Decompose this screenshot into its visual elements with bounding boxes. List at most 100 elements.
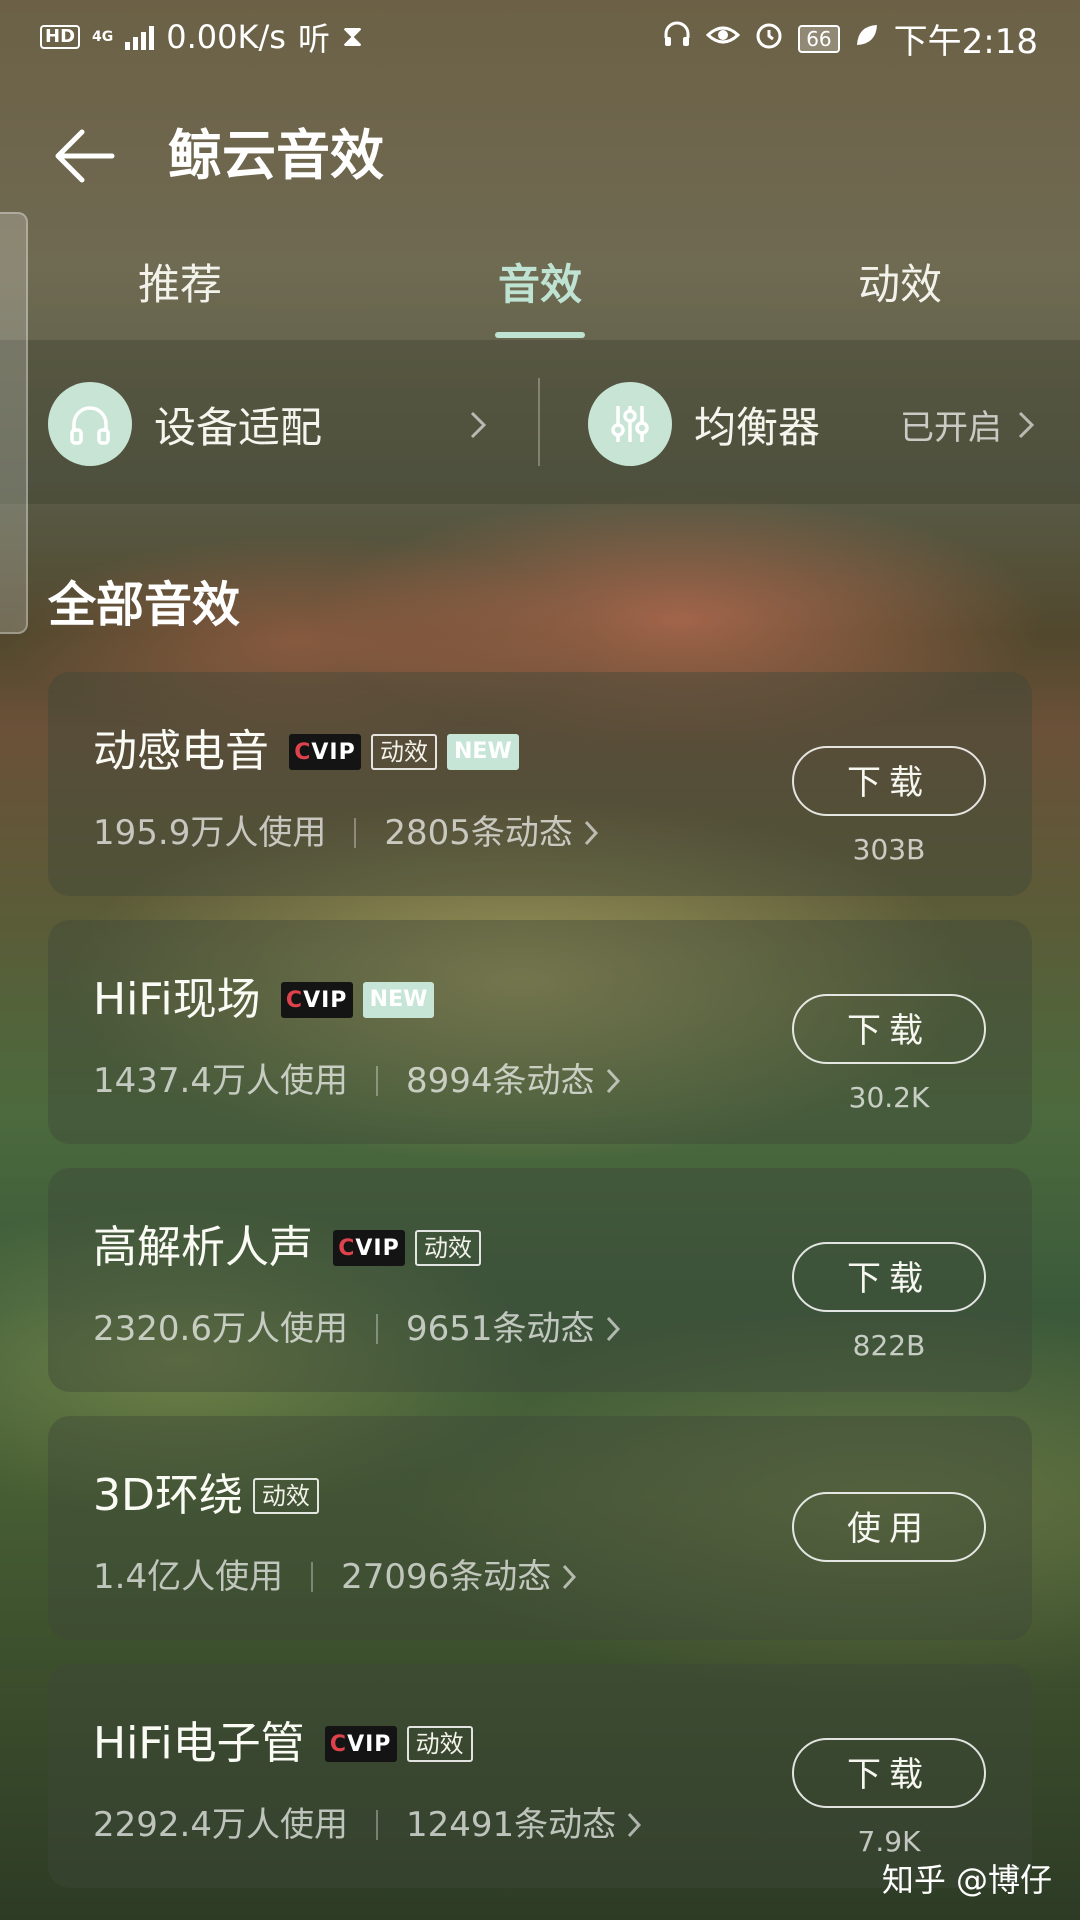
effect-name: HiFi电子管 bbox=[93, 1718, 305, 1769]
post-count: 12491条动态 bbox=[405, 1805, 617, 1845]
effect-card[interactable]: 高解析人声 C VIP 动效 2320.6万人使用 9651条动态 下载 822B bbox=[48, 1168, 1032, 1392]
page-title: 鲸云音效 bbox=[168, 124, 384, 187]
equalizer-entry[interactable]: 均衡器 已开启 bbox=[588, 382, 1038, 466]
vip-badge-label: VIP bbox=[303, 987, 348, 1013]
section-title: 全部音效 bbox=[48, 577, 241, 633]
equalizer-status: 已开启 bbox=[900, 407, 1002, 448]
user-count: 1437.4万人使用 bbox=[93, 1061, 348, 1101]
card-meta: 1.4亿人使用 27096条动态 bbox=[93, 1552, 577, 1602]
file-size: 30.2K bbox=[848, 1081, 930, 1114]
effect-name: 高解析人声 bbox=[93, 1222, 313, 1273]
effect-card[interactable]: 3D环绕 动效 1.4亿人使用 27096条动态 使用 bbox=[48, 1416, 1032, 1640]
user-count: 195.9万人使用 bbox=[93, 813, 327, 853]
active-tab-indicator bbox=[495, 332, 585, 338]
post-count: 8994条动态 bbox=[405, 1061, 595, 1101]
effect-name: 动感电音 bbox=[93, 726, 269, 777]
meta-separator bbox=[375, 1810, 378, 1840]
feature-strip: 设备适配 均衡器 已开启 bbox=[0, 340, 1080, 504]
chevron-right-icon bbox=[470, 411, 487, 439]
card-title-row: 动感电音 C VIP 动效 NEW bbox=[93, 722, 519, 782]
status-left: HD 4G 0.00K/s 听 ⧗ bbox=[40, 14, 363, 60]
post-count: 2805条动态 bbox=[384, 813, 573, 853]
vip-badge: C VIP bbox=[280, 982, 353, 1018]
post-count-link[interactable]: 8994条动态 bbox=[406, 1056, 621, 1106]
device-adaptation-entry[interactable]: 设备适配 bbox=[48, 382, 488, 466]
download-button[interactable]: 下载 bbox=[792, 1242, 986, 1312]
meta-separator bbox=[311, 1562, 314, 1592]
dynamic-badge: 动效 bbox=[415, 1230, 481, 1266]
battery-indicator: 66 bbox=[798, 24, 840, 53]
app-header: 鲸云音效 bbox=[0, 100, 1080, 210]
alarm-icon bbox=[754, 20, 784, 58]
meta-separator bbox=[375, 1066, 378, 1096]
dynamic-badge: 动效 bbox=[252, 1478, 319, 1514]
back-arrow-icon bbox=[55, 129, 115, 183]
download-button[interactable]: 下载 bbox=[792, 746, 986, 816]
chevron-right-icon bbox=[605, 1067, 621, 1095]
card-title-row: HiFi现场 C VIP NEW bbox=[93, 970, 435, 1030]
file-size: 303B bbox=[852, 833, 926, 866]
vip-badge: C VIP bbox=[333, 1230, 405, 1266]
back-button[interactable] bbox=[48, 120, 120, 192]
eye-icon bbox=[705, 21, 741, 57]
listen-indicator: 听 bbox=[297, 20, 330, 58]
effect-name: 3D环绕 bbox=[93, 1470, 243, 1521]
user-count: 2320.6万人使用 bbox=[93, 1309, 348, 1349]
card-meta: 2292.4万人使用 12491条动态 bbox=[93, 1800, 642, 1850]
headphones-icon bbox=[48, 382, 132, 466]
post-count-link[interactable]: 12491条动态 bbox=[406, 1800, 642, 1850]
post-count: 9651条动态 bbox=[405, 1309, 595, 1349]
card-title-row: 3D环绕 动效 bbox=[93, 1466, 319, 1526]
file-size: 822B bbox=[852, 1329, 926, 1362]
new-badge: NEW bbox=[447, 734, 519, 770]
signal-icon bbox=[125, 24, 155, 50]
new-badge: NEW bbox=[362, 982, 435, 1018]
post-count-link[interactable]: 27096条动态 bbox=[341, 1552, 577, 1602]
card-title-row: HiFi电子管 C VIP 动效 bbox=[93, 1714, 473, 1774]
network-speed: 0.00K/s bbox=[166, 18, 286, 56]
vip-badge-label: VIP bbox=[355, 1235, 400, 1261]
user-count: 2292.4万人使用 bbox=[93, 1805, 348, 1845]
network-type: 4G bbox=[92, 29, 114, 45]
tab-sound-effects[interactable]: 音效 bbox=[420, 250, 660, 320]
status-right: 66 下午2:18 bbox=[662, 14, 1038, 63]
card-meta: 2320.6万人使用 9651条动态 bbox=[93, 1304, 621, 1354]
side-drawer-handle[interactable] bbox=[0, 212, 28, 634]
effect-card[interactable]: HiFi电子管 C VIP 动效 2292.4万人使用 12491条动态 下载 7… bbox=[48, 1664, 1032, 1888]
download-button[interactable]: 下载 bbox=[792, 1738, 986, 1808]
vip-badge-label: VIP bbox=[311, 739, 356, 765]
download-button[interactable]: 下载 bbox=[792, 994, 986, 1064]
dynamic-badge: 动效 bbox=[371, 734, 437, 770]
post-count-link[interactable]: 2805条动态 bbox=[384, 808, 599, 858]
equalizer-label: 均衡器 bbox=[694, 402, 821, 452]
effect-card[interactable]: HiFi现场 C VIP NEW 1437.4万人使用 8994条动态 下载 30… bbox=[48, 920, 1032, 1144]
card-meta: 195.9万人使用 2805条动态 bbox=[93, 808, 599, 858]
chevron-right-icon bbox=[583, 819, 599, 847]
user-count: 1.4亿人使用 bbox=[93, 1557, 284, 1597]
meta-separator bbox=[354, 818, 357, 848]
tab-dynamic-effects[interactable]: 动效 bbox=[780, 250, 1020, 320]
device-adaptation-label: 设备适配 bbox=[154, 402, 323, 452]
card-meta: 1437.4万人使用 8994条动态 bbox=[93, 1056, 621, 1106]
post-count-link[interactable]: 9651条动态 bbox=[406, 1304, 621, 1354]
equalizer-icon bbox=[588, 382, 672, 466]
effect-card[interactable]: 动感电音 C VIP 动效 NEW 195.9万人使用 2805条动态 下载 30… bbox=[48, 672, 1032, 896]
file-size: 7.9K bbox=[857, 1825, 921, 1858]
vip-badge-label: VIP bbox=[347, 1731, 392, 1757]
chevron-right-icon bbox=[626, 1811, 642, 1839]
tab-recommend[interactable]: 推荐 bbox=[60, 250, 300, 320]
watermark: 知乎 @博仔 bbox=[881, 1861, 1052, 1899]
effect-name: HiFi现场 bbox=[93, 974, 261, 1025]
meta-separator bbox=[375, 1314, 378, 1344]
clock: 下午2:18 bbox=[893, 22, 1038, 62]
use-button[interactable]: 使用 bbox=[792, 1492, 986, 1562]
feature-divider bbox=[538, 378, 540, 466]
leaf-icon bbox=[854, 22, 880, 56]
vip-badge: C VIP bbox=[324, 1726, 397, 1762]
tab-bar: 推荐 音效 动效 bbox=[0, 250, 1080, 340]
card-title-row: 高解析人声 C VIP 动效 bbox=[93, 1218, 481, 1278]
chevron-right-icon bbox=[561, 1563, 577, 1591]
post-count: 27096条动态 bbox=[341, 1557, 552, 1597]
headset-icon bbox=[662, 20, 692, 58]
chevron-right-icon bbox=[1018, 411, 1035, 439]
